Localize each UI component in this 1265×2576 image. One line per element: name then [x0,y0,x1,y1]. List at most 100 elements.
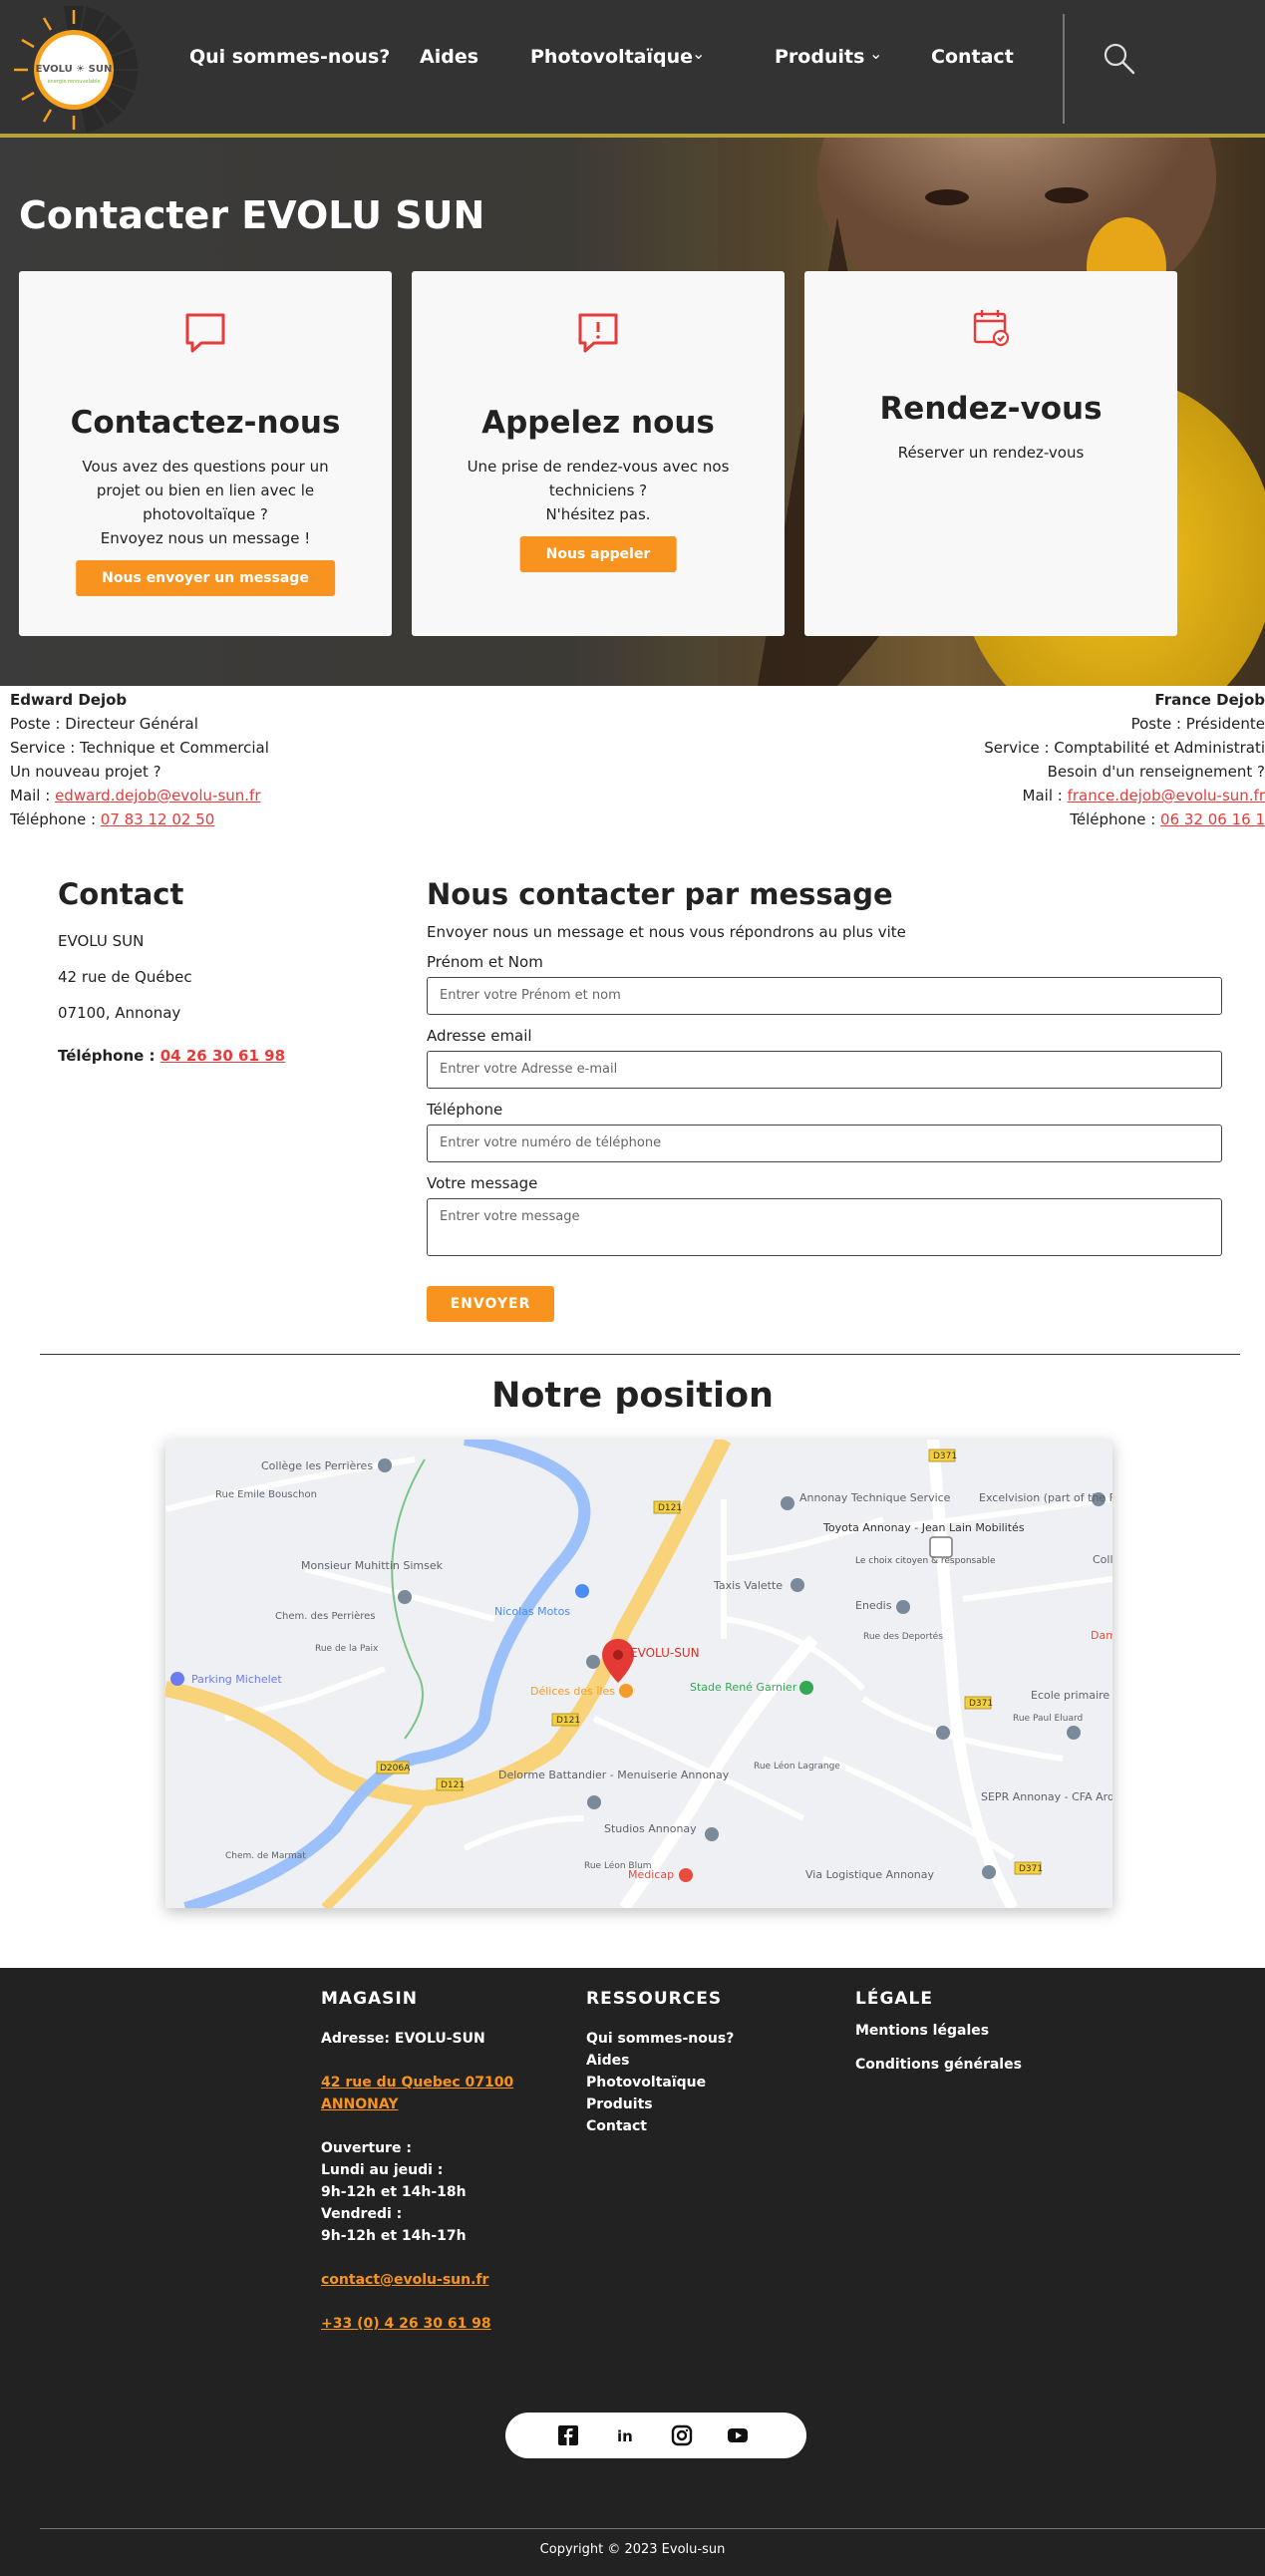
footer-link[interactable]: Contact [586,2115,734,2137]
footer-link[interactable]: Produits [586,2093,734,2115]
footer-link[interactable]: Qui sommes-nous? [586,2028,734,2050]
nav-qui-sommes-nous[interactable]: Qui sommes-nous? [189,46,390,68]
google-map[interactable]: D121 D121 D121 D206A D371 D371 D371 EVOL… [165,1440,1112,1908]
nav-photovoltaique[interactable]: Photovoltaïque [530,46,693,68]
footer-ressources: RESSOURCES Qui sommes-nous? Aides Photov… [586,1988,734,2137]
submit-button[interactable]: ENVOYER [427,1286,554,1322]
svg-text:Monsieur Muhittin Simsek: Monsieur Muhittin Simsek [301,1559,444,1572]
footer-heading: LÉGALE [855,1989,934,2009]
street-address: 42 rue de Québec [58,968,192,986]
footer-address-link[interactable]: 42 rue du Quebec 07100 ANNONAY [321,2072,513,2115]
svg-text:D121: D121 [556,1716,580,1726]
form-subtitle: Envoyer nous un message et nous vous rép… [427,923,906,941]
message-label: Votre message [427,1174,538,1192]
youtube-icon[interactable] [727,2424,749,2446]
footer-heading: MAGASIN [321,1989,418,2009]
svg-text:EVOLU-SUN: EVOLU-SUN [630,1646,700,1660]
svg-text:Coll: Coll [1093,1553,1112,1566]
section-divider [40,1354,1240,1355]
phone-input[interactable]: Entrer votre numéro de téléphone [427,1125,1222,1162]
svg-text:Collège les Perrières: Collège les Perrières [261,1459,373,1472]
chevron-down-icon[interactable]: ⌄ [869,44,882,63]
appointment-card[interactable]: Rendez-vous Réserver un rendez-vous [804,271,1177,636]
svg-text:Dam: Dam [1091,1629,1112,1642]
evolu-sun-logo[interactable]: EVOLU ☀ SUN énergie renouvelable [8,4,146,134]
svg-text:D371: D371 [1019,1864,1043,1874]
social-bar: in [505,2413,806,2458]
footer-link[interactable]: Mentions légales [855,2014,1022,2048]
copyright: Copyright © 2023 Evolu-sun [539,2542,726,2557]
svg-text:Chem. de Marmat: Chem. de Marmat [225,1851,306,1861]
map-canvas[interactable]: D121 D121 D121 D206A D371 D371 D371 EVOL… [165,1440,1112,1908]
svg-text:D121: D121 [441,1780,465,1790]
nav-aides[interactable]: Aides [420,46,478,68]
card-title: Rendez-vous [879,391,1103,427]
linkedin-icon[interactable]: in [615,2424,637,2446]
phone-link[interactable]: 06 32 06 16 1 [1160,810,1265,828]
email-link[interactable]: edward.dejob@evolu-sun.fr [55,787,260,805]
city-address: 07100, Annonay [58,1004,181,1022]
footer-legale: LÉGALE Mentions légales Conditions génér… [855,1988,1022,2082]
card-text: Vous avez des questions pour un projet o… [82,458,329,547]
instagram-icon[interactable] [671,2424,693,2446]
svg-text:Rue Emile Bouschon: Rue Emile Bouschon [215,1489,317,1500]
footer-hours: Ouverture : Lundi au jeudi : 9h-12h et 1… [321,2140,467,2244]
card-text: Réserver un rendez-vous [897,444,1085,462]
svg-text:Nicolas Motos: Nicolas Motos [494,1605,570,1618]
message-textarea[interactable]: Entrer votre message [427,1198,1222,1256]
call-us-button[interactable]: Nous appeler [519,536,677,572]
svg-text:EVOLU ☀ SUN: EVOLU ☀ SUN [36,64,113,75]
search-icon[interactable] [1103,42,1136,76]
svg-text:Parking Michelet: Parking Michelet [191,1673,282,1686]
footer-link[interactable]: Aides [586,2050,734,2072]
nav-contact[interactable]: Contact [931,46,1014,68]
contact-heading: Contact [58,877,184,911]
svg-text:Stade René Garnier: Stade René Garnier [690,1681,797,1694]
send-message-button[interactable]: Nous envoyer un message [76,560,335,596]
svg-text:Delorme Battandier - Menuiseri: Delorme Battandier - Menuiserie Annonay [498,1769,730,1781]
email-link[interactable]: france.dejob@evolu-sun.fr [1068,787,1265,805]
contact-info: Contact EVOLU SUN 42 rue de Québec 07100… [58,877,377,1065]
site-footer: MAGASIN Adresse: EVOLU-SUN 42 rue du Que… [0,1968,1265,2576]
facebook-icon[interactable] [557,2424,579,2446]
footer-divider [40,2528,1265,2529]
footer-address-label: Adresse: EVOLU-SUN [321,2031,485,2047]
email-label: Adresse email [427,1027,532,1045]
chat-icon [185,313,225,353]
svg-text:Ecole primaire Van Gogh - Lon: Ecole primaire Van Gogh - Lon [1031,1689,1112,1702]
phone-link[interactable]: 04 26 30 61 98 [160,1047,285,1065]
nav-divider [1063,14,1065,124]
contact-card: Contactez-nous Vous avez des questions p… [19,271,392,636]
phone-link[interactable]: 07 83 12 02 50 [101,810,215,828]
contact-form: Nous contacter par message Envoyer nous … [427,877,1222,1322]
nav-produits[interactable]: Produits [775,46,864,68]
svg-text:D206A: D206A [380,1764,411,1773]
svg-text:Annonay Technique Service: Annonay Technique Service [799,1491,951,1504]
site-header: EVOLU ☀ SUN énergie renouvelable Qui som… [0,0,1265,138]
svg-text:D121: D121 [658,1503,682,1513]
svg-text:in: in [617,2427,633,2445]
svg-text:Enedis: Enedis [855,1599,892,1612]
footer-email-link[interactable]: contact@evolu-sun.fr [321,2269,513,2291]
svg-text:SEPR Annonay - CFA Ardèche Nor: SEPR Annonay - CFA Ardèche Nord [981,1790,1112,1803]
svg-text:Rue des Deportés: Rue des Deportés [863,1631,943,1642]
phone-label: Téléphone [427,1101,503,1119]
svg-text:énergie renouvelable: énergie renouvelable [47,78,100,85]
svg-text:Taxis Valette: Taxis Valette [713,1579,783,1592]
email-input[interactable]: Entrer votre Adresse e-mail [427,1051,1222,1089]
name-input[interactable]: Entrer votre Prénom et nom [427,977,1222,1015]
phone-line: Téléphone : 04 26 30 61 98 [58,1047,286,1065]
contact-person-edward: Edward Dejob Poste : Directeur Général S… [10,691,269,828]
hero-section: Contacter EVOLU SUN Contactez-nous Vous … [0,138,1265,686]
card-title: Contactez-nous [70,405,341,441]
svg-text:Rue Paul Eluard: Rue Paul Eluard [1013,1714,1083,1724]
contact-person-france: France Dejob Poste : Présidente Service … [984,691,1265,828]
position-title: Notre position [491,1376,774,1416]
footer-magasin: MAGASIN Adresse: EVOLU-SUN 42 rue du Que… [321,1988,513,2335]
footer-link[interactable]: Photovoltaïque [586,2072,734,2093]
chevron-down-icon[interactable]: ⌄ [692,44,705,63]
footer-heading: RESSOURCES [586,1989,723,2009]
footer-phone-link[interactable]: +33 (0) 4 26 30 61 98 [321,2313,513,2335]
footer-link[interactable]: Conditions générales [855,2048,1022,2082]
svg-text:Excelvision (part of the Farev: Excelvision (part of the Fareva Group) [979,1491,1112,1504]
